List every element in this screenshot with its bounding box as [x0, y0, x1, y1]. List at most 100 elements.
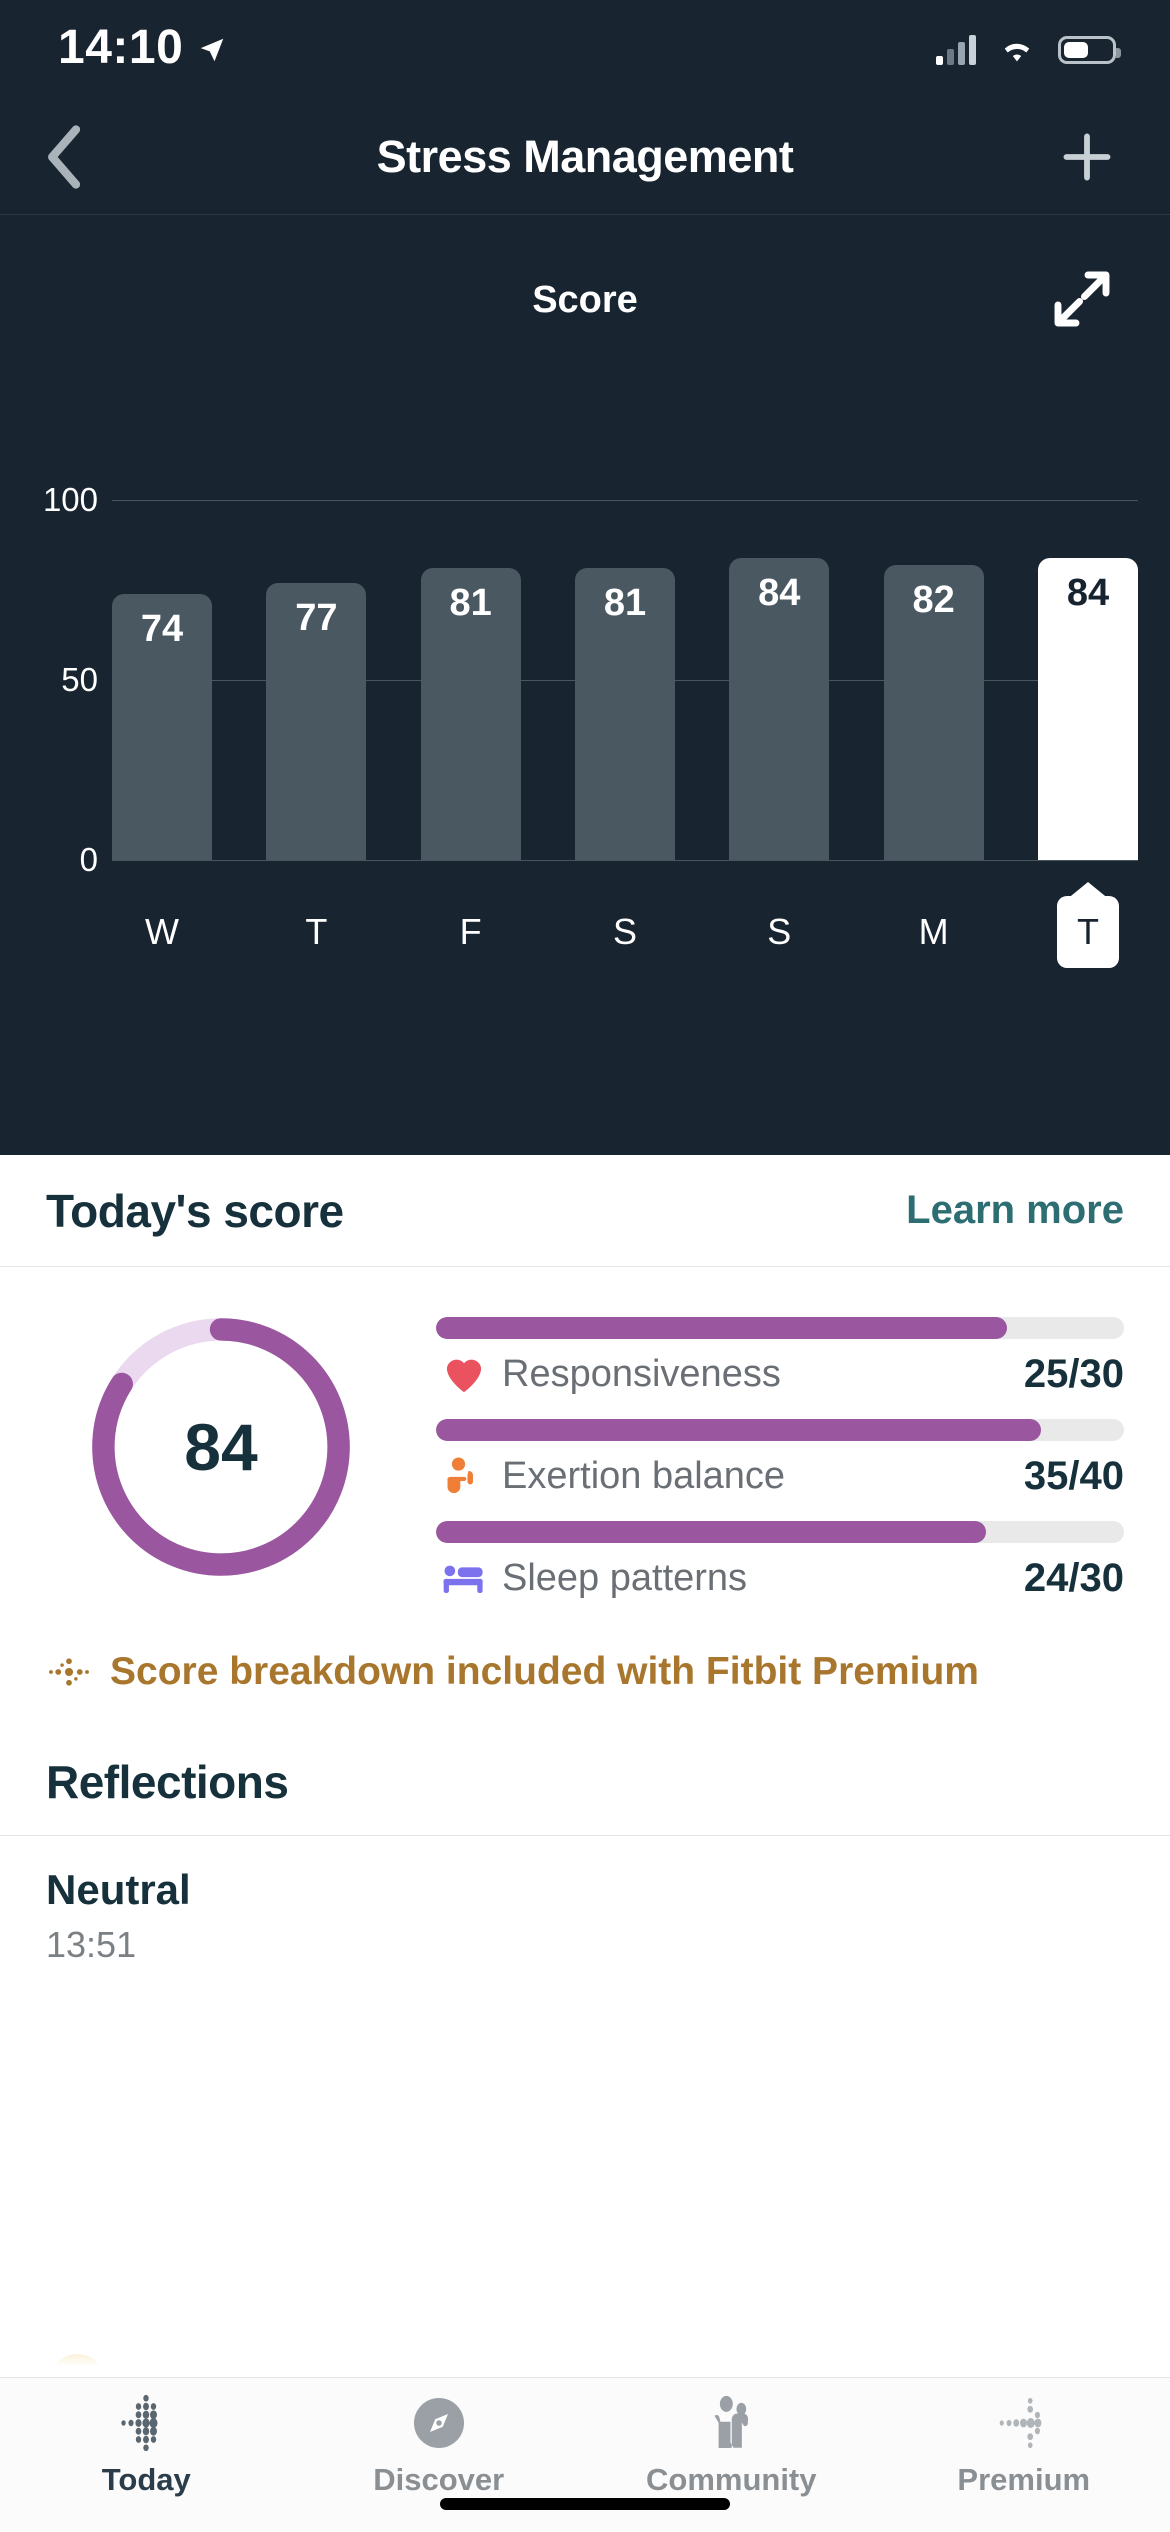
bar[interactable]: 77: [266, 583, 366, 860]
learn-more-link[interactable]: Learn more: [906, 1188, 1124, 1233]
metric-progress-track: [436, 1317, 1124, 1339]
bar-value-label: 81: [450, 582, 492, 860]
tab-label: Discover: [373, 2462, 504, 2498]
page-title: Stress Management: [0, 131, 1170, 183]
metric-value: 35/40: [1024, 1454, 1124, 1499]
xtick-label: S: [575, 911, 675, 953]
score-chart-panel: Score 100 50 0 74: [0, 215, 1170, 1150]
score-ring-holder: 84: [81, 1307, 361, 1587]
tab-label: Today: [102, 2462, 191, 2498]
metric-row-responsiveness: Responsiveness 25/30: [436, 1317, 1124, 1397]
back-button[interactable]: [30, 122, 100, 192]
score-metrics-list: Responsiveness 25/30 Exertion balance 35…: [436, 1297, 1124, 1623]
compass-icon: [409, 2392, 469, 2454]
bar-column[interactable]: 81: [575, 568, 675, 860]
metric-progress-track: [436, 1419, 1124, 1441]
location-arrow-icon: [197, 35, 227, 65]
bar-value-label: 77: [295, 597, 337, 860]
metric-progress-fill: [436, 1419, 1041, 1441]
reflection-time: 13:51: [46, 1924, 1124, 1966]
gridline-0: [112, 860, 1138, 861]
chevron-left-icon: [43, 124, 87, 190]
bar[interactable]: 84: [729, 558, 829, 860]
bar-column[interactable]: 81: [421, 568, 521, 860]
xtick-label: F: [421, 911, 521, 953]
xtick-label: S: [729, 911, 829, 953]
bar-column[interactable]: 84: [729, 558, 829, 860]
status-bar: 14:10: [0, 0, 1170, 100]
score-ring-value: 84: [184, 1409, 257, 1485]
metric-value: 25/30: [1024, 1352, 1124, 1397]
people-icon: [700, 2392, 762, 2454]
bar-today[interactable]: 84: [1038, 558, 1138, 860]
chart-title: Score: [0, 279, 1170, 322]
xtick-label: M: [884, 911, 984, 953]
tab-label: Community: [646, 2462, 817, 2498]
bar-column[interactable]: 74: [112, 594, 212, 860]
expand-diagonal-icon: [1046, 263, 1118, 335]
metric-label: Exertion balance: [502, 1455, 1024, 1498]
metric-detail-row: Sleep patterns 24/30: [436, 1555, 1124, 1601]
content-fade-overlay: [0, 2307, 1170, 2377]
ytick-label-50: 50: [20, 661, 98, 699]
add-button[interactable]: [1052, 122, 1122, 192]
metric-row-sleep-patterns: Sleep patterns 24/30: [436, 1521, 1124, 1601]
bar[interactable]: 81: [421, 568, 521, 860]
bar-value-label: 84: [758, 572, 800, 860]
bar[interactable]: 81: [575, 568, 675, 860]
metric-label: Sleep patterns: [502, 1557, 1024, 1600]
premium-upsell-banner[interactable]: Score breakdown included with Fitbit Pre…: [0, 1623, 1170, 1729]
cellular-signal-icon: [936, 35, 976, 65]
metric-row-exertion-balance: Exertion balance 35/40: [436, 1419, 1124, 1499]
wifi-icon: [996, 34, 1038, 66]
metric-progress-fill: [436, 1521, 986, 1543]
reflection-list-item[interactable]: Neutral 13:51: [0, 1836, 1170, 1966]
bar-column[interactable]: 82: [884, 565, 984, 860]
reflections-heading: Reflections: [46, 1755, 1124, 1809]
bed-icon: [436, 1555, 492, 1601]
bar-value-label: 82: [913, 579, 955, 860]
bar[interactable]: 82: [884, 565, 984, 860]
xtick-label: W: [112, 911, 212, 953]
score-body: 84 Responsiveness 25/30: [0, 1267, 1170, 1623]
home-indicator: [440, 2498, 730, 2510]
fitbit-premium-sparkle-icon: [46, 1649, 92, 1695]
metric-value: 24/30: [1024, 1556, 1124, 1601]
todays-score-header: Today's score Learn more: [0, 1155, 1170, 1267]
tab-premium[interactable]: Premium: [878, 2392, 1170, 2498]
metric-detail-row: Responsiveness 25/30: [436, 1351, 1124, 1397]
reflection-title: Neutral: [46, 1866, 1124, 1914]
status-bar-left: 14:10: [58, 24, 227, 76]
heart-icon: [436, 1351, 492, 1397]
metric-progress-fill: [436, 1317, 1007, 1339]
tab-discover[interactable]: Discover: [293, 2392, 586, 2498]
tab-today[interactable]: Today: [0, 2392, 293, 2498]
tab-label: Premium: [957, 2462, 1090, 2498]
today-marker-letter: T: [1077, 911, 1099, 953]
chart-x-axis-labels: W T F S S M T: [112, 887, 1138, 977]
plus-icon: [1058, 128, 1116, 186]
bar-column-today[interactable]: 84: [1038, 558, 1138, 860]
status-time: 14:10: [58, 24, 183, 76]
person-exercise-icon: [436, 1453, 492, 1499]
expand-chart-button[interactable]: [1046, 263, 1118, 335]
tab-community[interactable]: Community: [585, 2392, 878, 2498]
ytick-label-0: 0: [20, 841, 98, 879]
bar[interactable]: 74: [112, 594, 212, 860]
premium-banner-text: Score breakdown included with Fitbit Pre…: [110, 1650, 979, 1694]
metric-progress-track: [436, 1521, 1124, 1543]
xtick-label: T: [266, 911, 366, 953]
navigation-bar: Stress Management: [0, 100, 1170, 215]
premium-arrow-icon: [993, 2392, 1055, 2454]
fitbit-dots-icon: [115, 2392, 177, 2454]
bar-column[interactable]: 77: [266, 583, 366, 860]
bar-value-label: 81: [604, 582, 646, 860]
reflections-header: Reflections: [0, 1729, 1170, 1836]
battery-icon: [1058, 36, 1116, 64]
metric-label: Responsiveness: [502, 1353, 1024, 1396]
chart-bars: 74 77 81 81: [112, 500, 1138, 860]
dark-header-region: 14:10 Stress Management: [0, 0, 1170, 1155]
status-bar-right: [936, 34, 1116, 66]
todays-score-heading: Today's score: [46, 1184, 344, 1238]
chart-plot-area: 100 50 0 74 77 81: [0, 500, 1170, 860]
